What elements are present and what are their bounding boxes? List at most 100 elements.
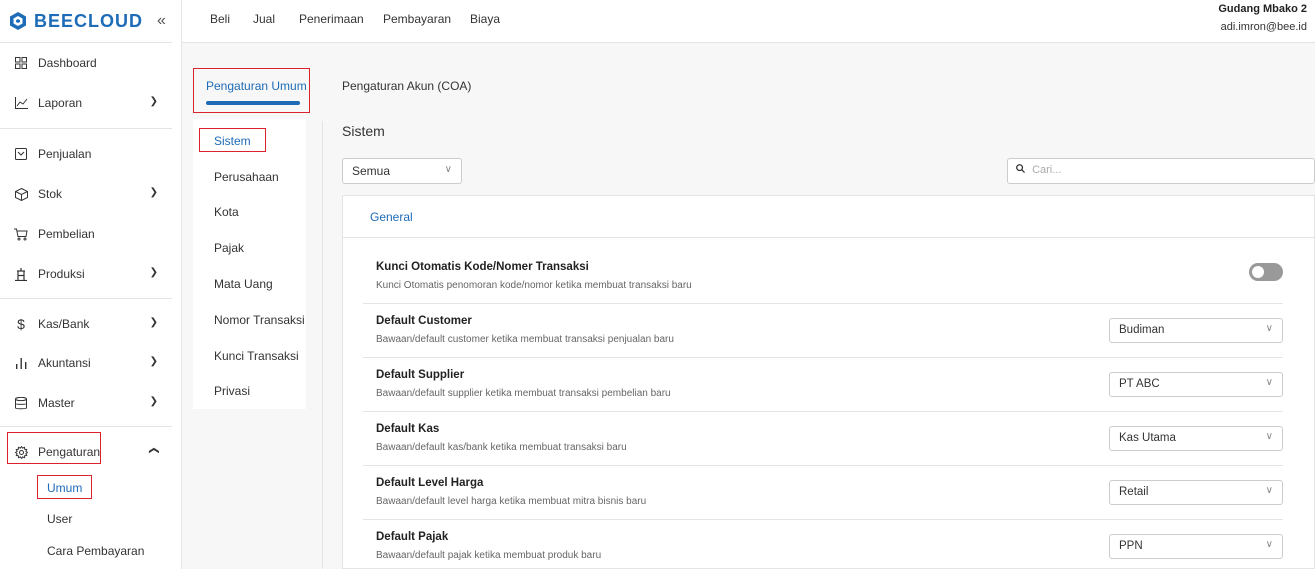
highlight-pengaturan (7, 432, 101, 464)
sidebar-item-produksi[interactable]: Produksi ❯ (0, 259, 182, 289)
sidebar-item-label: Stok (38, 187, 63, 201)
default-kas-select[interactable]: Kas Utama ∨ (1109, 426, 1283, 451)
setting-title: Kunci Otomatis Kode/Nomer Transaksi (376, 261, 589, 273)
collapse-sidebar-icon[interactable]: « (157, 12, 166, 30)
search-icon (1016, 164, 1025, 176)
chevron-down-icon: ∨ (1265, 485, 1273, 496)
setting-title: Default Supplier (376, 369, 465, 381)
chevron-down-icon: ❯ (149, 187, 158, 198)
setting-title: Default Kas (376, 423, 440, 435)
highlight-sistem (199, 128, 266, 152)
card-header: General (343, 196, 1314, 238)
topnav-jual[interactable]: Jual (253, 12, 275, 26)
divider (322, 121, 323, 569)
topnav-biaya[interactable]: Biaya (470, 12, 500, 26)
sidebar-item-pembelian[interactable]: Pembelian (0, 219, 182, 249)
settings-category-nav: Sistem Perusahaan Kota Pajak Mata Uang N… (193, 119, 306, 409)
chevron-down-icon: ∨ (1265, 431, 1273, 442)
category-nomor-transaksi[interactable]: Nomor Transaksi (214, 313, 305, 327)
setting-row: Default Customer Bawaan/default customer… (363, 304, 1283, 358)
logo[interactable]: BEECLOUD « (0, 0, 181, 42)
settings-card: General Kunci Otomatis Kode/Nomer Transa… (342, 195, 1315, 569)
sidebar-subitem-user[interactable]: User (47, 512, 72, 526)
filter-select[interactable]: Semua ∨ (342, 158, 462, 184)
topnav-penerimaan[interactable]: Penerimaan (299, 12, 364, 26)
chevron-down-icon: ❯ (149, 267, 158, 278)
category-perusahaan[interactable]: Perusahaan (214, 170, 279, 184)
brand-name: BEECLOUD (34, 10, 144, 31)
sidebar-item-label: Master (38, 396, 75, 410)
chevron-down-icon: ∨ (1265, 377, 1273, 388)
section-title: Sistem (342, 123, 385, 139)
chevron-down-icon: ∨ (1265, 323, 1273, 334)
filter-value: Semua (352, 164, 391, 178)
grid-icon (14, 56, 28, 70)
auto-lock-toggle[interactable] (1249, 263, 1283, 281)
factory-icon (14, 267, 28, 281)
default-supplier-select[interactable]: PT ABC ∨ (1109, 372, 1283, 397)
search-input[interactable]: Cari... (1007, 158, 1315, 184)
setting-title: Default Pajak (376, 531, 449, 543)
sidebar: BEECLOUD « Dashboard Laporan ❯ Penjualan… (0, 0, 182, 569)
sidebar-item-master[interactable]: Master ❯ (0, 388, 182, 418)
category-mata-uang[interactable]: Mata Uang (214, 277, 273, 291)
category-pajak[interactable]: Pajak (214, 241, 244, 255)
toggle-knob (1252, 266, 1264, 278)
category-privasi[interactable]: Privasi (214, 384, 250, 398)
chevron-down-icon: ❯ (149, 96, 158, 107)
topnav-pembayaran[interactable]: Pembayaran (383, 12, 451, 26)
category-kunci-transaksi[interactable]: Kunci Transaksi (214, 349, 299, 363)
chevron-down-icon: ❯ (149, 356, 158, 367)
select-value: Budiman (1119, 324, 1165, 336)
sidebar-item-label: Produksi (38, 267, 85, 281)
bar-chart-icon (14, 356, 28, 370)
highlight-umum (37, 475, 92, 499)
default-pajak-select[interactable]: PPN ∨ (1109, 534, 1283, 559)
setting-title: Default Level Harga (376, 477, 484, 489)
sidebar-item-penjualan[interactable]: Penjualan (0, 139, 182, 169)
sidebar-item-kas-bank[interactable]: $ Kas/Bank ❯ (0, 309, 182, 339)
sidebar-item-label: Dashboard (38, 56, 97, 70)
category-kota[interactable]: Kota (214, 205, 239, 219)
user-name[interactable]: Gudang Mbako 2 (1218, 3, 1307, 15)
box-icon (14, 187, 28, 201)
setting-description: Bawaan/default supplier ketika membuat t… (376, 388, 671, 399)
sidebar-subitem-cara-pembayaran[interactable]: Cara Pembayaran (47, 544, 144, 558)
search-placeholder: Cari... (1032, 164, 1062, 176)
chevron-down-icon: ∨ (444, 164, 452, 175)
default-customer-select[interactable]: Budiman ∨ (1109, 318, 1283, 343)
cart-icon (14, 227, 28, 241)
setting-description: Bawaan/default kas/bank ketika membuat t… (376, 442, 627, 453)
sidebar-item-label: Kas/Bank (38, 317, 90, 331)
chart-line-icon (14, 96, 28, 110)
sidebar-item-label: Akuntansi (38, 356, 91, 370)
sidebar-item-label: Pembelian (38, 227, 95, 241)
select-value: PT ABC (1119, 378, 1160, 390)
chevron-down-icon: ❯ (149, 396, 158, 407)
highlight-tab (193, 68, 310, 113)
setting-row: Kunci Otomatis Kode/Nomer Transaksi Kunc… (363, 250, 1283, 304)
database-icon (14, 396, 28, 410)
setting-description: Kunci Otomatis penomoran kode/nomor keti… (376, 280, 692, 291)
group-tab-general[interactable]: General (370, 210, 413, 224)
sidebar-item-dashboard[interactable]: Dashboard (0, 48, 182, 78)
sidebar-item-akuntansi[interactable]: Akuntansi ❯ (0, 348, 182, 378)
sidebar-item-stok[interactable]: Stok ❯ (0, 179, 182, 209)
setting-description: Bawaan/default pajak ketika membuat prod… (376, 550, 602, 561)
user-email: adi.imron@bee.id (1220, 21, 1307, 33)
tab-pengaturan-akun[interactable]: Pengaturan Akun (COA) (342, 79, 471, 93)
dollar-icon: $ (17, 316, 25, 332)
chevron-down-icon: ❯ (149, 317, 158, 328)
beecloud-logo-icon (10, 12, 26, 30)
topnav-beli[interactable]: Beli (210, 12, 230, 26)
sales-icon (14, 147, 28, 161)
select-value: PPN (1119, 540, 1143, 552)
setting-row: Default Level Harga Bawaan/default level… (363, 466, 1283, 520)
setting-row: Default Supplier Bawaan/default supplier… (363, 358, 1283, 412)
chevron-up-icon: ❯ (148, 446, 160, 455)
default-level-harga-select[interactable]: Retail ∨ (1109, 480, 1283, 505)
sidebar-item-label: Laporan (38, 96, 83, 110)
sidebar-item-laporan[interactable]: Laporan ❯ (0, 88, 182, 118)
select-value: Kas Utama (1119, 432, 1176, 444)
setting-row: Default Pajak Bawaan/default pajak ketik… (363, 520, 1283, 569)
